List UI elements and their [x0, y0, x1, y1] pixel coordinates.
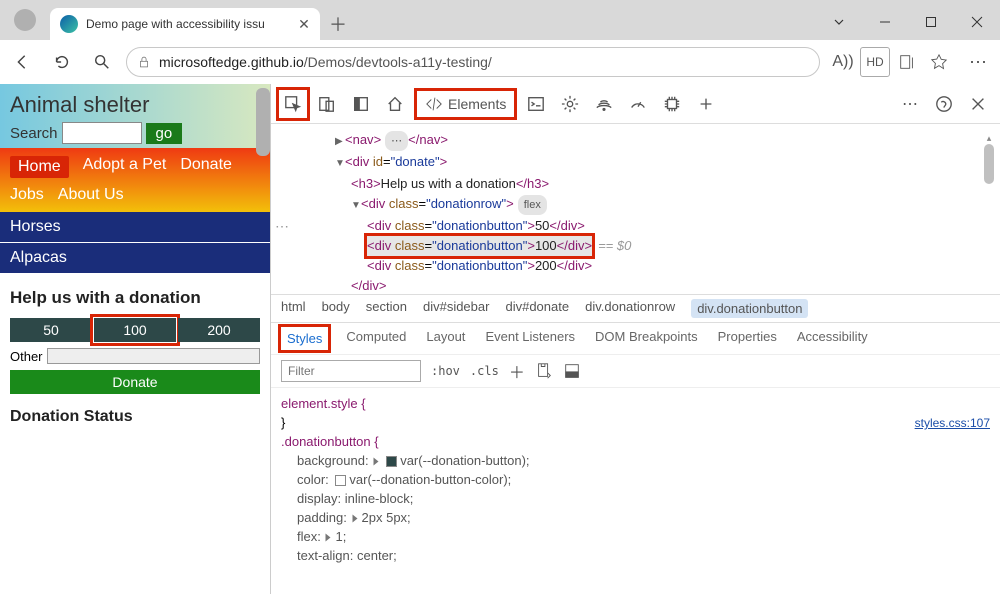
nav-adopt[interactable]: Adopt a Pet [83, 156, 167, 178]
status-heading: Donation Status [10, 408, 260, 426]
nav-about[interactable]: About Us [58, 186, 124, 204]
computed-styles-icon[interactable] [535, 362, 553, 380]
nav-home[interactable]: Home [10, 156, 69, 178]
lock-icon [137, 55, 151, 69]
breadcrumb: html body section div#sidebar div#donate… [271, 294, 1000, 322]
page-scrollbar-thumb[interactable] [256, 88, 270, 156]
donate-heading: Help us with a donation [10, 288, 260, 308]
memory-icon[interactable] [660, 92, 684, 116]
inspect-element-button[interactable] [281, 92, 305, 116]
home-icon[interactable] [383, 92, 407, 116]
selected-dom-node[interactable]: <div class="donationbutton">100</div> [367, 236, 592, 256]
rule-selector: .donationbutton { [281, 434, 379, 449]
page-title: Animal shelter [10, 92, 260, 118]
hov-toggle[interactable]: :hov [431, 364, 460, 378]
donation-100[interactable]: 100 [94, 318, 176, 342]
browser-tab[interactable]: Demo page with accessibility issu ✕ [50, 8, 320, 40]
nav-jobs[interactable]: Jobs [10, 186, 44, 204]
tab-layout[interactable]: Layout [426, 329, 465, 348]
donation-row: 50 100 200 [10, 318, 260, 342]
nav-donate[interactable]: Donate [180, 156, 232, 178]
add-tab-button[interactable] [694, 92, 718, 116]
elements-tab[interactable]: Elements [417, 91, 514, 117]
console-icon[interactable] [524, 92, 548, 116]
tab-computed[interactable]: Computed [346, 329, 406, 348]
animal-alpacas[interactable]: Alpacas [0, 243, 270, 274]
styles-filter-input[interactable] [281, 360, 421, 382]
url-path: /Demos/devtools-a11y-testing/ [304, 54, 492, 70]
address-bar: microsoftedge.github.io/Demos/devtools-a… [0, 40, 1000, 84]
tab-dom-breakpoints[interactable]: DOM Breakpoints [595, 329, 698, 348]
devtools-close-button[interactable] [966, 92, 990, 116]
tab-styles[interactable]: Styles [283, 329, 326, 348]
close-window-button[interactable] [954, 4, 1000, 40]
profile-button[interactable] [0, 0, 50, 40]
elements-label: Elements [448, 96, 506, 112]
devtools: Elements ⋯ ⋯ ▶<nav>⋯</nav> ▼<div id="don… [270, 84, 1000, 594]
tab-event-listeners[interactable]: Event Listeners [485, 329, 575, 348]
help-button[interactable] [932, 92, 956, 116]
crumb-section[interactable]: section [366, 299, 407, 318]
crumb-body[interactable]: body [322, 299, 350, 318]
welcome-tab[interactable] [349, 92, 373, 116]
devtools-toolbar: Elements ⋯ [271, 84, 1000, 124]
crumb-html[interactable]: html [281, 299, 306, 318]
go-button[interactable]: go [146, 123, 183, 144]
tab-close-button[interactable]: ✕ [296, 16, 312, 32]
more-button[interactable]: ⋯ [962, 46, 994, 78]
dom-scrollbar[interactable]: ▴ [982, 128, 996, 290]
hd-button[interactable]: HD [860, 47, 890, 77]
toggle-panel-icon[interactable] [563, 362, 581, 380]
styles-filter-row: :hov .cls ＋ [271, 354, 1000, 387]
dom-row-actions-icon[interactable]: ⋯ [275, 216, 289, 236]
element-style-selector: element.style { [281, 396, 366, 411]
tab-title: Demo page with accessibility issu [86, 17, 296, 31]
collections-button[interactable] [892, 47, 922, 77]
styles-pane[interactable]: element.style { } styles.css:107 .donati… [271, 387, 1000, 594]
donation-50[interactable]: 50 [10, 318, 92, 342]
other-label: Other [10, 349, 43, 364]
minimize-button[interactable] [862, 4, 908, 40]
read-aloud-button[interactable]: A)) [828, 47, 858, 77]
back-button[interactable] [6, 46, 38, 78]
performance-icon[interactable] [626, 92, 650, 116]
stylesheet-link[interactable]: styles.css:107 [915, 414, 990, 433]
sources-icon[interactable] [558, 92, 582, 116]
new-style-rule-button[interactable]: ＋ [509, 359, 525, 383]
main-nav: Home Adopt a Pet Donate Jobs About Us [0, 148, 270, 212]
new-tab-button[interactable]: ＋ [320, 8, 356, 40]
search-button[interactable] [86, 46, 118, 78]
cls-toggle[interactable]: .cls [470, 364, 499, 378]
crumb-button[interactable]: div.donationbutton [691, 299, 808, 318]
maximize-button[interactable] [908, 4, 954, 40]
search-label: Search [10, 125, 58, 142]
donation-200[interactable]: 200 [178, 318, 260, 342]
url-input[interactable]: microsoftedge.github.io/Demos/devtools-a… [126, 47, 820, 77]
titlebar: Demo page with accessibility issu ✕ ＋ [0, 0, 1000, 40]
search-input[interactable] [62, 122, 142, 144]
donate-button[interactable]: Donate [10, 370, 260, 394]
favorite-button[interactable] [924, 47, 954, 77]
crumb-donate[interactable]: div#donate [505, 299, 569, 318]
tab-properties[interactable]: Properties [718, 329, 777, 348]
dom-tree[interactable]: ⋯ ▶<nav>⋯</nav> ▼<div id="donate"> <h3>H… [271, 124, 1000, 294]
network-icon[interactable] [592, 92, 616, 116]
demo-page: Animal shelter Search go Home Adopt a Pe… [0, 84, 270, 594]
brace-close: } [281, 413, 990, 432]
crumb-row[interactable]: div.donationrow [585, 299, 675, 318]
caret-down-icon[interactable] [816, 4, 862, 40]
styles-panel-tabs: Styles Computed Layout Event Listeners D… [271, 322, 1000, 354]
edge-favicon-icon [60, 15, 78, 33]
refresh-button[interactable] [46, 46, 78, 78]
animal-horses[interactable]: Horses [0, 212, 270, 243]
other-input[interactable] [47, 348, 260, 364]
code-icon [425, 95, 443, 113]
crumb-sidebar[interactable]: div#sidebar [423, 299, 490, 318]
url-host: microsoftedge.github.io [159, 54, 304, 70]
avatar-icon [14, 9, 36, 31]
tab-accessibility[interactable]: Accessibility [797, 329, 868, 348]
device-toggle-button[interactable] [315, 92, 339, 116]
devtools-more-button[interactable]: ⋯ [898, 92, 922, 116]
